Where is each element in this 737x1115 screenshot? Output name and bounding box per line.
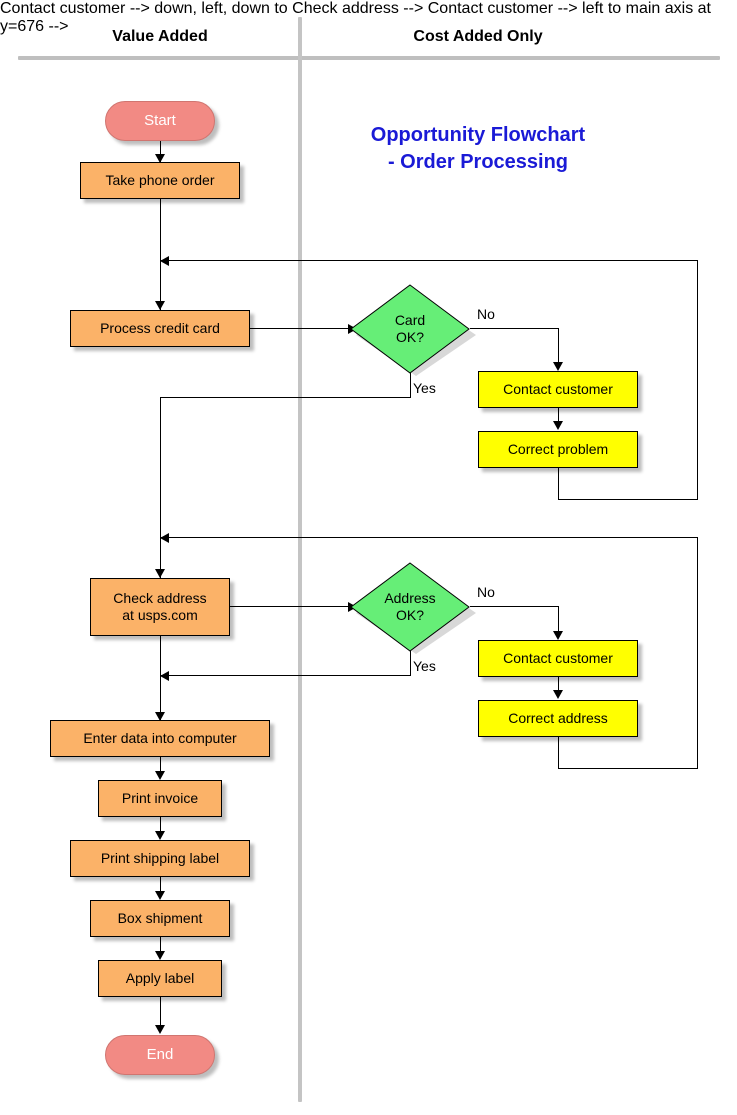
node-print-shipping-label[interactable]: Print shipping label <box>70 840 250 877</box>
connector-correct-problem-to-loop-back <box>558 467 559 500</box>
node-end-label: End <box>146 1046 174 1064</box>
node-correct-problem[interactable]: Correct problem <box>478 431 638 468</box>
connector-loop-back-card-horizontal <box>160 260 698 261</box>
connector-correct-address-to-loop-back <box>558 736 559 769</box>
arrowhead-correct-address <box>553 690 563 699</box>
connector-take-phone-order-to-process-credit-card <box>160 198 161 310</box>
arrowhead-process-credit-card <box>155 301 165 310</box>
node-print-invoice[interactable]: Print invoice <box>98 780 222 817</box>
node-contact-customer-1-label: Contact customer <box>503 381 613 398</box>
node-process-credit-card[interactable]: Process credit card <box>70 310 250 347</box>
connector-loop-back-card-bottom <box>558 499 698 500</box>
node-take-phone-order-label: Take phone order <box>105 172 215 189</box>
edge-label-address-yes: Yes <box>413 658 436 674</box>
connector-check-address-to-address-ok <box>230 606 350 607</box>
arrowhead-box-shipment <box>155 891 165 900</box>
connector-card-yes-down-to-check-address <box>160 397 161 578</box>
node-start[interactable]: Start <box>105 101 215 141</box>
node-process-credit-card-label: Process credit card <box>100 320 220 337</box>
node-correct-problem-label: Correct problem <box>507 441 609 458</box>
arrowhead-print-shipping-label <box>155 831 165 840</box>
chart-title: Opportunity Flowchart - Order Processing <box>328 122 628 176</box>
node-card-ok[interactable]: Card OK? <box>350 284 476 376</box>
node-correct-address-label: Correct address <box>508 710 608 727</box>
connector-address-no-vertical <box>558 606 559 632</box>
node-box-shipment[interactable]: Box shipment <box>90 900 230 937</box>
node-apply-label[interactable]: Apply label <box>98 960 222 997</box>
arrowhead-contact-customer-2 <box>553 631 563 640</box>
arrowhead-loop-back-card <box>160 256 169 266</box>
node-apply-label-label: Apply label <box>125 970 195 987</box>
edge-label-card-no: No <box>477 306 495 322</box>
arrowhead-end <box>155 1025 165 1034</box>
node-print-shipping-label-label: Print shipping label <box>100 850 220 867</box>
node-take-phone-order[interactable]: Take phone order <box>80 162 240 199</box>
node-contact-customer-2-label: Contact customer <box>503 650 613 667</box>
chart-title-line1: Opportunity Flowchart <box>370 124 586 146</box>
connector-card-no-vertical <box>558 328 559 362</box>
card-ok-diamond-shape <box>350 284 476 376</box>
arrowhead-check-address <box>155 569 165 578</box>
node-check-address-label-line2: at usps.com <box>122 607 198 623</box>
node-contact-customer-2[interactable]: Contact customer <box>478 640 638 677</box>
connector-apply-label-to-end <box>160 997 161 1027</box>
address-ok-diamond-shape <box>350 562 476 654</box>
node-correct-address[interactable]: Correct address <box>478 700 638 737</box>
edge-label-card-yes: Yes <box>413 380 436 396</box>
connector-process-credit-card-to-card-ok <box>250 328 350 329</box>
node-end[interactable]: End <box>105 1035 215 1075</box>
connector-address-no-horizontal <box>470 606 558 607</box>
chart-title-line2: - Order Processing <box>387 151 569 173</box>
lane-header-cost-added-only: Cost Added Only <box>413 28 543 45</box>
arrowhead-correct-problem <box>553 421 563 430</box>
connector-card-yes-horizontal <box>160 397 410 398</box>
flowchart-canvas: Value Added Cost Added Only Opportunity … <box>0 0 737 1115</box>
node-check-address[interactable]: Check address at usps.com <box>90 578 230 636</box>
node-enter-data-label: Enter data into computer <box>83 730 237 747</box>
node-print-invoice-label: Print invoice <box>121 790 199 807</box>
arrowhead-contact-customer-1 <box>553 362 563 371</box>
arrowhead-apply-label <box>155 951 165 960</box>
header-divider-horizontal <box>18 56 720 60</box>
connector-address-yes-horizontal <box>160 675 410 676</box>
lane-divider-vertical <box>298 17 302 1102</box>
node-contact-customer-1[interactable]: Contact customer <box>478 371 638 408</box>
node-box-shipment-label: Box shipment <box>117 910 203 927</box>
arrowhead-loop-back-address <box>160 533 169 543</box>
node-address-ok[interactable]: Address OK? <box>350 562 476 654</box>
lane-header-value-added: Value Added <box>112 28 208 45</box>
connector-card-no-horizontal <box>470 328 558 329</box>
node-check-address-label-line1: Check address <box>113 590 207 607</box>
arrowhead-address-yes-join <box>160 671 169 681</box>
connector-loop-back-address-horizontal <box>160 537 698 538</box>
node-enter-data[interactable]: Enter data into computer <box>50 720 270 757</box>
node-check-address-label-wrap: Check address at usps.com <box>113 590 206 623</box>
node-start-label: Start <box>144 112 176 130</box>
edge-label-address-no: No <box>477 584 495 600</box>
connector-loop-back-address-right-vertical <box>697 537 698 768</box>
arrowhead-print-invoice <box>155 771 165 780</box>
connector-loop-back-address-bottom <box>558 768 698 769</box>
connector-loop-back-card-right-vertical <box>697 260 698 500</box>
